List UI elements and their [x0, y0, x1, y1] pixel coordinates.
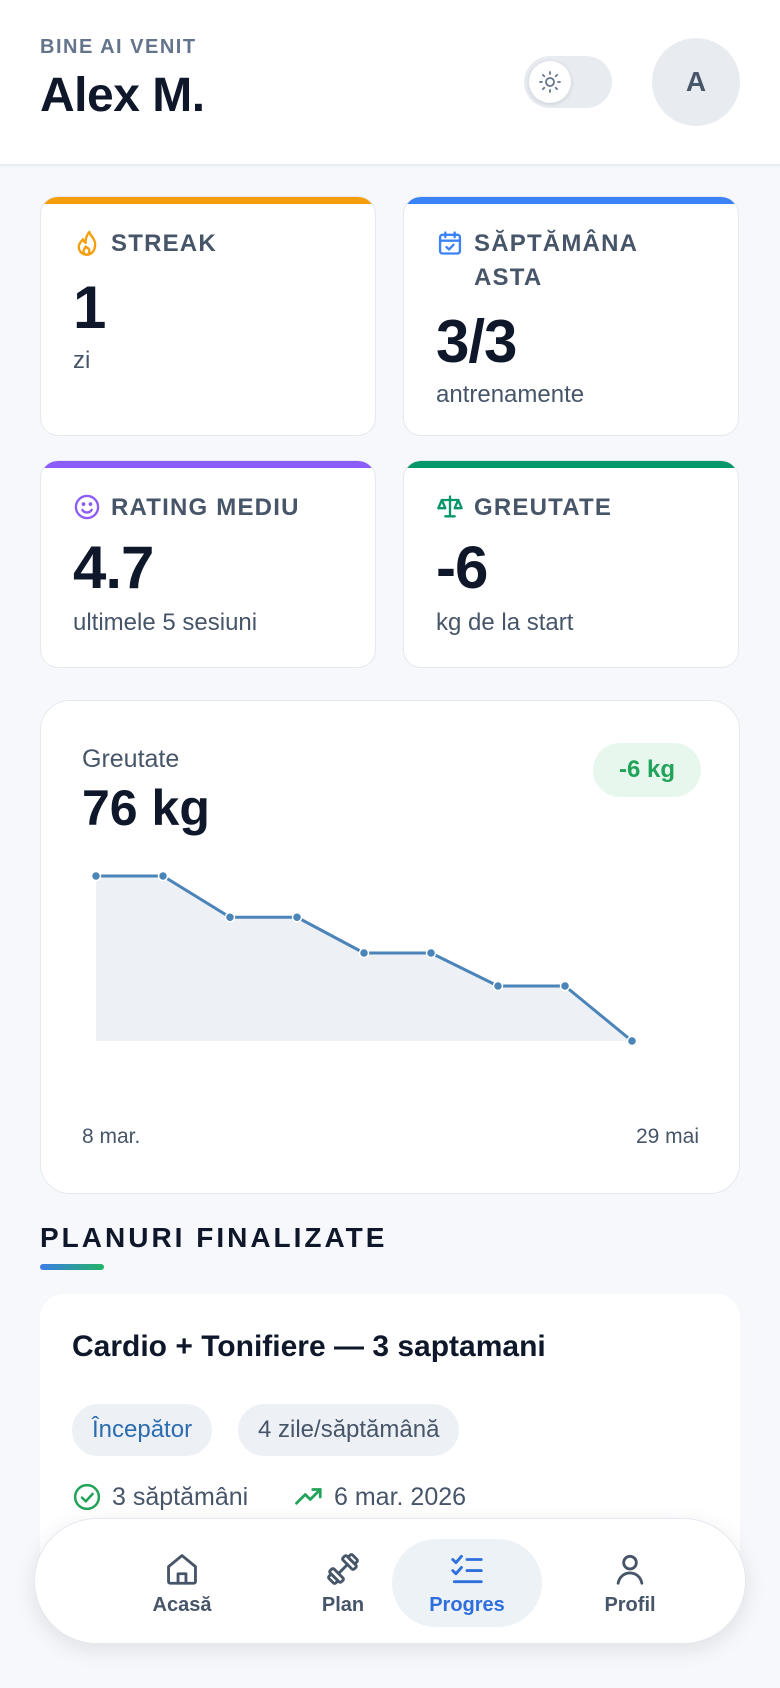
- nav-item-home[interactable]: Acasă: [107, 1539, 257, 1627]
- user-icon: [616, 1554, 644, 1585]
- stat-header: SĂPTĂMÂNA ASTA: [436, 227, 638, 295]
- plan-frequency-tag: 4 zile/săptămână: [238, 1404, 460, 1456]
- nav-label: Progres: [429, 1593, 505, 1616]
- stat-card-weight: GREUTATE -6 kg de la start: [403, 460, 739, 668]
- stat-label: STREAK: [111, 230, 217, 257]
- plan-level-tag: Începător: [72, 1404, 213, 1456]
- check-circle-icon: [73, 1483, 101, 1511]
- trending-up-icon: [295, 1488, 322, 1505]
- section-underline: [40, 1264, 104, 1270]
- scale-icon: [437, 495, 463, 518]
- stat-sub: kg de la start: [436, 609, 574, 636]
- home-icon: [167, 1553, 197, 1585]
- calendar-check-icon: [438, 231, 462, 255]
- weight-chart-card: Greutate 76 kg -6 kg 8 mar. 29 mai: [40, 700, 740, 1194]
- chart-point: [358, 947, 370, 959]
- plan-title: Cardio + Tonifiere — 3 saptamani: [72, 1330, 546, 1363]
- plan-date: 6 mar. 2026: [294, 1482, 466, 1512]
- bottom-nav: Acasă Plan Progres Profil: [34, 1518, 746, 1644]
- checklist-icon: [451, 1554, 483, 1583]
- accent-bar: [404, 461, 738, 468]
- stat-sub: antrenamente: [436, 381, 585, 408]
- nav-label: Plan: [321, 1593, 365, 1616]
- nav-item-profile[interactable]: Profil: [555, 1539, 705, 1627]
- chart-point: [224, 912, 236, 923]
- stat-value: 4.7: [73, 534, 154, 601]
- stat-label-line1: SĂPTĂMÂNA: [474, 230, 639, 257]
- plan-date-text: 6 mar. 2026: [334, 1482, 467, 1511]
- stat-header: RATING MEDIU: [73, 491, 300, 525]
- accent-bar: [41, 461, 375, 468]
- stat-card-streak: STREAK 1 zi: [40, 196, 376, 436]
- section-title: PLANURI FINALIZATE: [40, 1222, 388, 1253]
- accent-bar: [404, 197, 738, 204]
- stat-card-avg-rating: RATING MEDIU 4.7 ultimele 5 sesiuni: [40, 460, 376, 668]
- theme-toggle[interactable]: [524, 56, 612, 108]
- stat-header: GREUTATE: [436, 491, 612, 525]
- stat-value: -6: [436, 534, 488, 601]
- stat-label-line2: ASTA: [474, 264, 543, 291]
- plan-duration: 3 săptămâni: [72, 1482, 248, 1512]
- welcome-label: BINE AI VENIT: [40, 36, 197, 58]
- stat-sub: ultimele 5 sesiuni: [73, 609, 258, 636]
- chart-point: [157, 870, 169, 882]
- sun-icon: [539, 71, 561, 93]
- chart-point: [425, 947, 437, 959]
- chart-point: [492, 980, 504, 992]
- chart-point: [291, 912, 303, 923]
- x-axis-start-label: 8 mar.: [82, 1125, 141, 1148]
- stat-value: 3/3: [436, 308, 517, 375]
- stat-label: RATING MEDIU: [111, 494, 300, 521]
- chart-point: [90, 870, 102, 882]
- user-name: Alex M.: [40, 69, 205, 122]
- stat-header: STREAK: [73, 227, 217, 261]
- weight-chart: [90, 870, 638, 1047]
- header: BINE AI VENIT Alex M. A: [0, 0, 780, 166]
- avatar[interactable]: A: [652, 38, 740, 126]
- smile-icon: [74, 494, 100, 520]
- stat-label: GREUTATE: [474, 494, 613, 521]
- theme-toggle-knob[interactable]: [529, 61, 571, 103]
- accent-bar: [41, 197, 375, 204]
- nav-label: Acasă: [152, 1593, 212, 1616]
- stat-sub: zi: [73, 347, 91, 374]
- dumbbell-icon: [327, 1552, 359, 1585]
- nav-item-progress[interactable]: Progres: [392, 1539, 542, 1627]
- stat-card-this-week: SĂPTĂMÂNA ASTA 3/3 antrenamente: [403, 196, 739, 436]
- flame-icon: [77, 230, 97, 256]
- chart-point: [559, 980, 571, 992]
- plan-duration-text: 3 săptămâni: [112, 1482, 249, 1511]
- chart-point: [626, 1035, 638, 1047]
- chart-area-fill: [96, 876, 632, 1041]
- nav-label: Profil: [604, 1593, 656, 1616]
- x-axis-end-label: 29 mai: [635, 1125, 699, 1148]
- stat-value: 1: [73, 274, 106, 341]
